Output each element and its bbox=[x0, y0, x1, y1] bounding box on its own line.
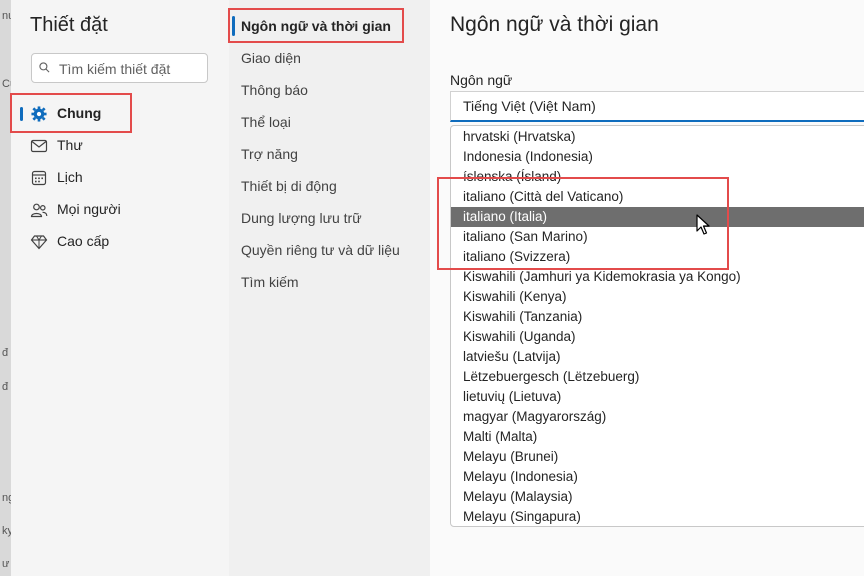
language-option[interactable]: magyar (Magyarország) bbox=[451, 407, 864, 427]
subnav-item-notifications[interactable]: Thông báo bbox=[241, 82, 308, 98]
settings-sidebar: Thiết đặt Tìm kiếm thiết đặt Chung Thư L… bbox=[11, 0, 229, 576]
background-text: ky bbox=[2, 525, 11, 537]
calendar-icon bbox=[31, 170, 47, 186]
language-option[interactable]: Lëtzebuergesch (Lëtzebuerg) bbox=[451, 367, 864, 387]
mail-icon bbox=[30, 139, 48, 153]
language-option[interactable]: lietuvių (Lietuva) bbox=[451, 387, 864, 407]
nav-item-calendar[interactable]: Lịch bbox=[20, 162, 220, 194]
annotation-box-italiano-options bbox=[437, 177, 729, 270]
background-text: nư bbox=[2, 10, 11, 22]
nav-label: Lịch bbox=[57, 169, 83, 185]
language-option[interactable]: Malti (Malta) bbox=[451, 427, 864, 447]
language-option[interactable]: hrvatski (Hrvatska) bbox=[451, 127, 864, 147]
background-text: ng bbox=[2, 492, 11, 504]
diamond-icon bbox=[30, 235, 48, 250]
nav-item-premium[interactable]: Cao cấp bbox=[20, 226, 220, 258]
people-icon bbox=[30, 203, 48, 218]
language-option[interactable]: Kiswahili (Kenya) bbox=[451, 287, 864, 307]
nav-label: Thư bbox=[57, 137, 83, 153]
language-select-value: Tiếng Việt (Việt Nam) bbox=[463, 98, 596, 114]
page-title: Ngôn ngữ và thời gian bbox=[450, 13, 659, 36]
settings-search-input[interactable]: Tìm kiếm thiết đặt bbox=[31, 53, 208, 83]
nav-label: Mọi người bbox=[57, 201, 121, 217]
search-placeholder: Tìm kiếm thiết đặt bbox=[59, 61, 171, 77]
annotation-box-general bbox=[10, 93, 132, 133]
nav-label: Cao cấp bbox=[57, 233, 110, 249]
subnav-item-privacy[interactable]: Quyền riêng tư và dữ liệu bbox=[241, 242, 400, 258]
subnav-item-categories[interactable]: Thể loại bbox=[241, 114, 291, 130]
subnav-item-accessibility[interactable]: Trợ năng bbox=[241, 146, 298, 162]
language-option[interactable]: Melayu (Indonesia) bbox=[451, 467, 864, 487]
background-window-strip: nư Cu đ đ ng ky ư bbox=[0, 0, 11, 576]
settings-subnav: Ngôn ngữ và thời gian Giao diện Thông bá… bbox=[229, 0, 430, 576]
language-option[interactable]: latviešu (Latvija) bbox=[451, 347, 864, 367]
language-option[interactable]: Indonesia (Indonesia) bbox=[451, 147, 864, 167]
subnav-item-appearance[interactable]: Giao diện bbox=[241, 50, 301, 66]
background-text: đ bbox=[2, 347, 9, 359]
mouse-cursor-icon bbox=[696, 214, 710, 235]
language-option[interactable]: Kiswahili (Uganda) bbox=[451, 327, 864, 347]
language-option[interactable]: Melayu (Singapura) bbox=[451, 507, 864, 526]
background-text: ư bbox=[2, 558, 10, 570]
background-text: đ bbox=[2, 381, 9, 393]
subnav-item-mobile-devices[interactable]: Thiết bị di động bbox=[241, 178, 337, 194]
annotation-box-language-time bbox=[228, 8, 404, 43]
language-option[interactable]: Melayu (Brunei) bbox=[451, 447, 864, 467]
language-select[interactable]: Tiếng Việt (Việt Nam) bbox=[450, 91, 864, 122]
language-option[interactable]: Melayu (Malaysia) bbox=[451, 487, 864, 507]
settings-title: Thiết đặt bbox=[30, 14, 108, 36]
language-option[interactable]: Kiswahili (Tanzania) bbox=[451, 307, 864, 327]
subnav-item-search[interactable]: Tìm kiếm bbox=[241, 274, 299, 290]
nav-item-mail[interactable]: Thư bbox=[20, 130, 220, 162]
background-text: Cu bbox=[2, 78, 11, 90]
language-label: Ngôn ngữ bbox=[450, 72, 513, 88]
language-option[interactable]: Kiswahili (Jamhuri ya Kidemokrasia ya Ko… bbox=[451, 267, 864, 287]
search-icon bbox=[39, 62, 50, 73]
settings-content: Ngôn ngữ và thời gian Ngôn ngữ Tiếng Việ… bbox=[430, 0, 864, 576]
nav-item-people[interactable]: Mọi người bbox=[20, 194, 220, 226]
subnav-item-storage[interactable]: Dung lượng lưu trữ bbox=[241, 210, 362, 226]
